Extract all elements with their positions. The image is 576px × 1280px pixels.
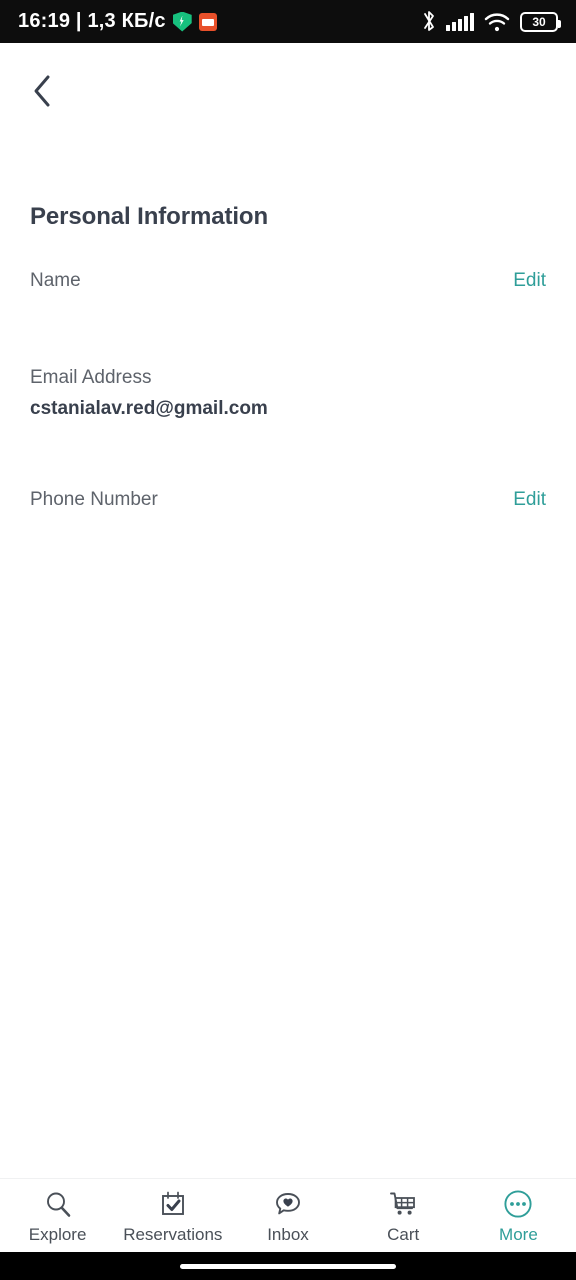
- tab-explore[interactable]: Explore: [0, 1179, 115, 1252]
- tab-inbox[interactable]: Inbox: [230, 1179, 345, 1252]
- status-bar-right: 30: [422, 10, 561, 33]
- home-indicator[interactable]: [180, 1263, 396, 1269]
- status-bar-left: 16:19 | 1,3 КБ/с: [18, 10, 217, 33]
- edit-phone-button[interactable]: Edit: [513, 489, 546, 510]
- shopping-cart-icon: [389, 1189, 417, 1219]
- phone-screen: 16:19 | 1,3 КБ/с 30 Personal Information…: [0, 0, 576, 1280]
- field-value: cstanialav.red@gmail.com: [30, 397, 268, 419]
- battery-level: 30: [532, 14, 546, 29]
- personal-info-list: Name Edit Email Address cstanialav.red@g…: [0, 271, 576, 510]
- search-icon: [44, 1189, 72, 1219]
- battery-icon: 30: [520, 11, 561, 32]
- field-phone-text-group: Phone Number: [30, 488, 158, 510]
- page-title: Personal Information: [30, 203, 269, 230]
- tab-cart[interactable]: Cart: [346, 1179, 461, 1252]
- status-bar: 16:19 | 1,3 КБ/с 30: [0, 0, 576, 43]
- cellular-signal-icon: [446, 12, 474, 31]
- app-content: Personal Information Name Edit Email Add…: [0, 43, 576, 1178]
- field-label: Phone Number: [30, 488, 158, 510]
- tab-label: Reservations: [123, 1224, 223, 1244]
- chat-heart-icon: [274, 1189, 302, 1219]
- tab-more[interactable]: More: [461, 1179, 576, 1252]
- bottom-tab-bar: Explore Reservations Inbox Cart More: [0, 1178, 576, 1252]
- orange-app-icon: [198, 12, 217, 31]
- tab-label: More: [499, 1224, 538, 1244]
- tab-label: Inbox: [267, 1224, 309, 1244]
- calendar-check-icon: [159, 1189, 187, 1219]
- tab-reservations[interactable]: Reservations: [115, 1179, 230, 1252]
- tab-label: Explore: [28, 1224, 87, 1244]
- field-name-text-group: Name: [30, 271, 81, 291]
- field-row-name: Name Edit: [0, 271, 576, 291]
- field-label: Email Address: [30, 366, 152, 388]
- wifi-icon: [484, 12, 510, 32]
- field-email-text-group: Email Address cstanialav.red@gmail.com: [30, 366, 268, 419]
- field-label: Name: [30, 270, 81, 291]
- status-clock: 16:19 | 1,3 КБ/с: [18, 10, 166, 32]
- chevron-left-icon: [34, 75, 50, 107]
- system-navigation-bar: [0, 1252, 576, 1280]
- edit-name-button[interactable]: Edit: [513, 271, 546, 291]
- bluetooth-icon: [422, 10, 436, 33]
- ellipsis-circle-icon: [503, 1189, 533, 1219]
- field-row-phone: Phone Number Edit: [0, 488, 576, 510]
- tab-label: Cart: [387, 1224, 420, 1244]
- back-button[interactable]: [14, 63, 70, 119]
- field-row-email: Email Address cstanialav.red@gmail.com: [0, 366, 576, 419]
- shield-icon: [172, 11, 192, 32]
